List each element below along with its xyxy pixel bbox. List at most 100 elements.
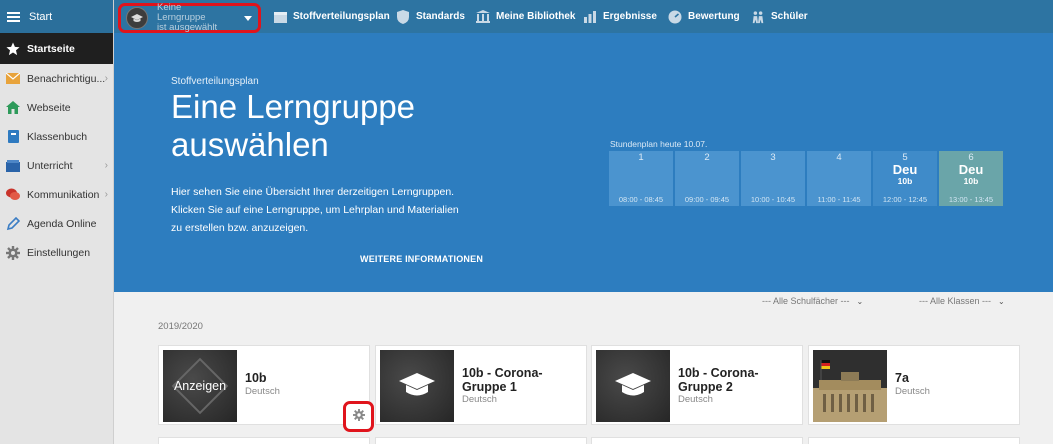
chat-icon [6, 188, 20, 202]
hero-banner: Stoffverteilungsplan Eine Lerngruppe aus… [114, 33, 1053, 292]
learning-group-card[interactable] [591, 437, 803, 444]
star-icon [6, 41, 20, 56]
card-title: 10b [245, 371, 267, 385]
sidebar-item-agenda-online[interactable]: Agenda Online [0, 209, 113, 238]
class-filter-value: --- Alle Klassen --- [919, 296, 992, 306]
card-subject: Deutsch [245, 386, 280, 397]
learning-group-card[interactable] [808, 437, 1020, 444]
nav-label: Ergebnisse [603, 11, 657, 22]
nav-label: Stoffverteilungsplan [293, 11, 390, 22]
slot-number: 1 [638, 152, 644, 163]
card-title: 10b - Corona-Gruppe 1 [462, 366, 543, 394]
sidebar-start-header[interactable]: Start [0, 0, 113, 33]
learning-group-card[interactable] [158, 437, 370, 444]
card-thumbnail[interactable] [380, 350, 454, 422]
card-settings-button[interactable] [343, 401, 374, 432]
sidebar-item-benachrichtigungen[interactable]: Benachrichtigu... › [0, 64, 113, 93]
nav-label: Standards [416, 11, 465, 22]
slot-time: 13:00 - 13:45 [948, 195, 994, 204]
slot-subject: Deu [892, 162, 918, 177]
nav-schueler[interactable]: Schüler [751, 0, 808, 33]
nav-label: Bewertung [688, 11, 740, 22]
house-icon [6, 101, 20, 115]
sidebar-item-label: Klassenbuch [27, 130, 88, 143]
learning-group-card[interactable]: Anzeigen 10b Deutsch [158, 345, 370, 425]
hero-kicker: Stoffverteilungsplan [171, 76, 259, 87]
card-thumbnail[interactable]: Anzeigen [163, 350, 237, 422]
chevron-right-icon: › [104, 189, 108, 200]
card-subject: Deutsch [678, 394, 713, 405]
learning-group-selector[interactable]: Keine Lerngruppe ist ausgewählt [118, 3, 261, 33]
nav-stoffverteilungsplan[interactable]: Stoffverteilungsplan [273, 0, 390, 33]
slot-time: 09:00 - 09:45 [684, 195, 730, 204]
sidebar-item-webseite[interactable]: Webseite [0, 93, 113, 122]
slot-time: 12:00 - 12:45 [882, 195, 928, 204]
learning-group-card[interactable]: 10b - Corona-Gruppe 1 Deutsch [375, 345, 587, 425]
slot-time: 11:00 - 11:45 [817, 195, 861, 204]
slot-number: 3 [770, 152, 776, 163]
shield-icon [396, 9, 410, 24]
sidebar-item-kommunikation[interactable]: Kommunikation › [0, 180, 113, 209]
nav-label: Meine Bibliothek [496, 11, 576, 22]
card-subject: Deutsch [462, 394, 497, 405]
subject-filter-select[interactable]: --- Alle Schulfächer --- ⌄ [762, 296, 863, 306]
graduation-cap-icon [126, 7, 148, 29]
gauge-icon [668, 10, 682, 24]
calendar-icon [273, 10, 287, 24]
card-thumbnail[interactable] [596, 350, 670, 422]
subject-filter-value: --- Alle Schulfächer --- [762, 296, 850, 306]
schedule-slot[interactable]: 2 09:00 - 09:45 [675, 151, 739, 206]
sidebar-item-label: Unterricht [27, 159, 73, 172]
top-navigation-bar: Keine Lerngruppe ist ausgewählt Stoffver… [114, 0, 1053, 33]
nav-ergebnisse[interactable]: Ergebnisse [583, 0, 657, 33]
card-title: 7a [895, 371, 909, 385]
slot-class: 10b [963, 176, 979, 186]
graduation-cap-icon [615, 373, 651, 396]
chevron-down-icon: ⌄ [998, 297, 1005, 306]
students-icon [751, 10, 765, 24]
schedule-slot[interactable]: 4 11:00 - 11:45 [807, 151, 871, 206]
sidebar-item-einstellungen[interactable]: Einstellungen [0, 238, 113, 267]
sidebar-item-unterricht[interactable]: Unterricht › [0, 151, 113, 180]
sidebar: Start Startseite Benachrichtigu... › Web… [0, 0, 114, 444]
learning-group-card[interactable] [375, 437, 587, 444]
page-title-line1: Eine Lerngruppe [171, 88, 416, 125]
slot-time: 10:00 - 10:45 [750, 195, 796, 204]
hero-description: Hier sehen Sie eine Übersicht Ihrer derz… [171, 183, 511, 237]
chevron-right-icon: › [104, 73, 108, 84]
nav-standards[interactable]: Standards [396, 0, 465, 33]
gear-icon [352, 408, 365, 426]
schedule-today: 1 08:00 - 08:45 2 09:00 - 09:45 3 10:00 … [609, 151, 1005, 206]
show-button[interactable]: Anzeigen [174, 379, 226, 393]
menu-icon[interactable] [7, 11, 20, 22]
book-icon [6, 130, 20, 144]
reichstag-image[interactable] [813, 350, 887, 422]
library-icon [476, 10, 490, 24]
learning-group-card[interactable]: 10b - Corona-Gruppe 2 Deutsch [591, 345, 803, 425]
sidebar-start-label: Start [29, 10, 53, 23]
sidebar-item-klassenbuch[interactable]: Klassenbuch [0, 122, 113, 151]
schedule-slot[interactable]: 3 10:00 - 10:45 [741, 151, 805, 206]
more-info-link[interactable]: WEITERE INFORMATIONEN [360, 254, 483, 264]
slot-number: 4 [836, 152, 842, 163]
class-filter-select[interactable]: --- Alle Klassen --- ⌄ [919, 296, 1005, 306]
nav-bewertung[interactable]: Bewertung [668, 0, 740, 33]
nav-meine-bibliothek[interactable]: Meine Bibliothek [476, 0, 575, 33]
learning-group-card[interactable]: 7a Deutsch [808, 345, 1020, 425]
gear-icon [6, 245, 20, 260]
schedule-slot[interactable]: 5 Deu 10b 12:00 - 12:45 [873, 151, 937, 206]
sidebar-item-label: Einstellungen [27, 246, 91, 259]
slot-time: 08:00 - 08:45 [618, 195, 664, 204]
card-title: 10b - Corona-Gruppe 2 [678, 366, 759, 394]
page-title: Eine Lerngruppe auswählen [171, 88, 491, 164]
bar-chart-icon [583, 10, 597, 24]
hero-desc-line: Klicken Sie auf eine Lerngruppe, um Lehr… [171, 204, 459, 216]
slot-number: 2 [704, 152, 710, 163]
schedule-slot[interactable]: 1 08:00 - 08:45 [609, 151, 673, 206]
hero-desc-line: Hier sehen Sie eine Übersicht Ihrer derz… [171, 186, 455, 198]
sidebar-item-startseite[interactable]: Startseite [0, 33, 113, 64]
sidebar-item-label: Benachrichtigu... [27, 72, 106, 85]
schedule-slot-current[interactable]: 6 Deu 10b 13:00 - 13:45 [939, 151, 1003, 206]
books-icon [6, 159, 20, 173]
selector-line1: Keine Lerngruppe [157, 2, 206, 23]
